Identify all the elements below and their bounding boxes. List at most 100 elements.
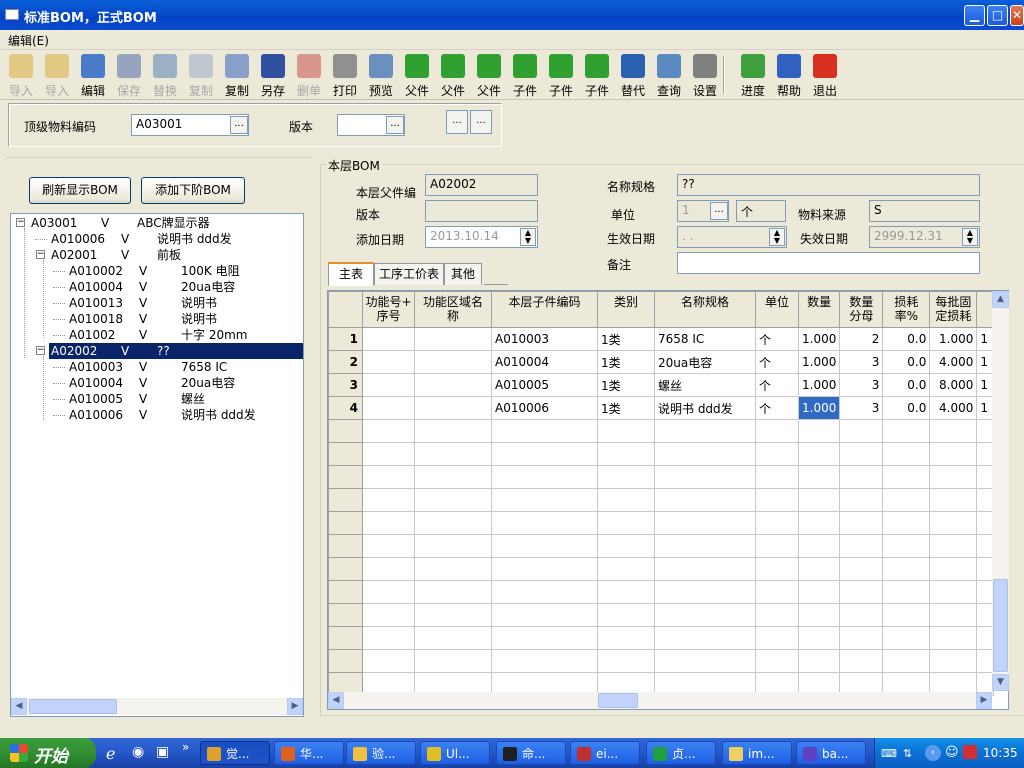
grid-cell[interactable] bbox=[929, 488, 978, 512]
table-row[interactable] bbox=[328, 603, 995, 627]
grid-cell[interactable] bbox=[839, 465, 884, 489]
grid-cell[interactable] bbox=[597, 534, 655, 558]
grid-cell[interactable] bbox=[929, 557, 978, 581]
grid-cell[interactable] bbox=[839, 649, 884, 673]
taskbar-task[interactable]: 命... bbox=[496, 741, 566, 765]
toolbar-button-2[interactable]: 编辑 bbox=[75, 52, 111, 98]
grid-cell[interactable] bbox=[414, 626, 492, 650]
grid-cell[interactable] bbox=[362, 488, 415, 512]
grid-cell[interactable] bbox=[597, 419, 655, 443]
grid-cell[interactable]: 0.0 bbox=[882, 327, 931, 351]
grid-cell[interactable] bbox=[882, 626, 931, 650]
grid-cell[interactable] bbox=[929, 419, 978, 443]
grid-header-1[interactable]: 功能区域名称 bbox=[414, 291, 492, 328]
table-row[interactable]: 1 A010003 1类 7658 IC 个 1.000 2 0.0 1.000 1 bbox=[328, 327, 995, 351]
toolbar-button-17[interactable]: 替代 bbox=[615, 52, 651, 98]
grid-cell[interactable] bbox=[362, 649, 415, 673]
grid-cell[interactable] bbox=[755, 511, 799, 535]
toolbar-button-5[interactable]: 复制 bbox=[183, 52, 219, 98]
grid-cell[interactable]: 20ua电容 bbox=[654, 350, 756, 374]
desktop-quicklaunch-icon[interactable]: ▣ bbox=[156, 744, 169, 760]
toolbar-button-11[interactable]: 父件 bbox=[399, 52, 435, 98]
toolbar-button-14[interactable]: 子件 bbox=[507, 52, 543, 98]
grid-cell[interactable]: 0.0 bbox=[882, 350, 931, 374]
row-header[interactable] bbox=[328, 465, 363, 489]
grid-cell[interactable] bbox=[362, 442, 415, 466]
grid-header-4[interactable]: 名称规格 bbox=[654, 291, 756, 328]
grid-cell[interactable] bbox=[491, 626, 598, 650]
grid-cell[interactable] bbox=[491, 534, 598, 558]
grid-cell[interactable] bbox=[882, 419, 931, 443]
grid-cell[interactable] bbox=[362, 511, 415, 535]
tree-scroll-thumb[interactable] bbox=[29, 699, 117, 714]
grid-cell[interactable]: 0.0 bbox=[882, 396, 931, 420]
bom-version-field[interactable] bbox=[425, 200, 538, 222]
table-row[interactable] bbox=[328, 649, 995, 673]
toolbar-button-6[interactable]: 复制 bbox=[219, 52, 255, 98]
taskbar-task[interactable]: Ul... bbox=[420, 741, 490, 765]
grid-cell[interactable] bbox=[654, 557, 756, 581]
grid-cell[interactable] bbox=[755, 534, 799, 558]
grid-cell[interactable] bbox=[362, 626, 415, 650]
grid-cell[interactable] bbox=[882, 534, 931, 558]
grid-cell[interactable] bbox=[654, 442, 756, 466]
grid-cell[interactable] bbox=[797, 442, 841, 466]
grid-header-5[interactable]: 单位 bbox=[755, 291, 799, 328]
tab-process-price[interactable]: 工序工价表 bbox=[374, 263, 444, 285]
table-row[interactable]: 3 A010005 1类 螺丝个 1.000 3 0.0 8.000 1 bbox=[328, 373, 995, 397]
grid-cell[interactable]: 1.000 bbox=[797, 396, 841, 420]
toolbar-button-4[interactable]: 替换 bbox=[147, 52, 183, 98]
grid-cell[interactable] bbox=[929, 442, 978, 466]
table-row[interactable] bbox=[328, 580, 995, 604]
grid-cell[interactable] bbox=[362, 327, 415, 351]
toolbar-button-9[interactable]: 打印 bbox=[327, 52, 363, 98]
grid-cell[interactable] bbox=[755, 465, 799, 489]
effective-date-spinner-icon[interactable]: ▲ ▼ bbox=[769, 228, 785, 246]
grid-cell[interactable] bbox=[654, 511, 756, 535]
grid-cell[interactable] bbox=[362, 350, 415, 374]
antivirus-icon[interactable] bbox=[963, 745, 977, 759]
row-header[interactable]: 2 bbox=[328, 350, 363, 374]
collapse-icon[interactable]: − bbox=[36, 346, 45, 355]
grid-cell[interactable] bbox=[491, 511, 598, 535]
extra-button-2[interactable]: ... bbox=[470, 110, 492, 134]
grid-cell[interactable] bbox=[362, 534, 415, 558]
grid-cell[interactable] bbox=[929, 511, 978, 535]
row-header[interactable] bbox=[328, 419, 363, 443]
grid-cell[interactable] bbox=[839, 511, 884, 535]
remark-field[interactable] bbox=[677, 252, 980, 274]
grid-cell[interactable] bbox=[491, 557, 598, 581]
row-header[interactable] bbox=[328, 534, 363, 558]
refresh-bom-button[interactable]: 刷新显示BOM bbox=[29, 177, 131, 204]
grid-cell[interactable] bbox=[597, 603, 655, 627]
grid-cell[interactable]: 1类 bbox=[597, 373, 655, 397]
grid-cell[interactable] bbox=[414, 442, 492, 466]
source-field[interactable]: S bbox=[869, 200, 980, 222]
table-row[interactable] bbox=[328, 626, 995, 650]
grid-cell[interactable]: 2 bbox=[839, 327, 884, 351]
grid-cell[interactable] bbox=[362, 580, 415, 604]
grid-cell[interactable] bbox=[654, 419, 756, 443]
grid-cell[interactable] bbox=[929, 534, 978, 558]
grid-cell[interactable]: 个 bbox=[755, 396, 799, 420]
grid-header-6[interactable]: 数量 bbox=[797, 291, 841, 328]
grid-cell[interactable] bbox=[755, 419, 799, 443]
taskbar-task[interactable]: 华... bbox=[274, 741, 344, 765]
grid-cell[interactable] bbox=[491, 465, 598, 489]
grid-cell[interactable] bbox=[654, 488, 756, 512]
grid-horizontal-scrollbar[interactable]: ◀ ▶ bbox=[328, 692, 992, 709]
grid-cell[interactable] bbox=[755, 580, 799, 604]
grid-header-2[interactable]: 本层子件编码 bbox=[491, 291, 598, 328]
menu-edit[interactable]: 编辑(E) bbox=[8, 32, 49, 49]
unit-browse-button[interactable]: ... bbox=[710, 202, 728, 220]
grid-cell[interactable] bbox=[597, 465, 655, 489]
row-header[interactable] bbox=[328, 580, 363, 604]
grid-cell[interactable] bbox=[597, 442, 655, 466]
grid-header-9[interactable]: 每批固 定损耗 bbox=[929, 291, 978, 328]
grid-header-0[interactable]: 功能号+ 序号 bbox=[362, 291, 415, 328]
toolbar-button-10[interactable]: 预览 bbox=[363, 52, 399, 98]
grid-cell[interactable]: 螺丝 bbox=[654, 373, 756, 397]
grid-cell[interactable] bbox=[929, 580, 978, 604]
version-browse-button[interactable]: ... bbox=[386, 116, 404, 134]
grid-cell[interactable] bbox=[797, 419, 841, 443]
